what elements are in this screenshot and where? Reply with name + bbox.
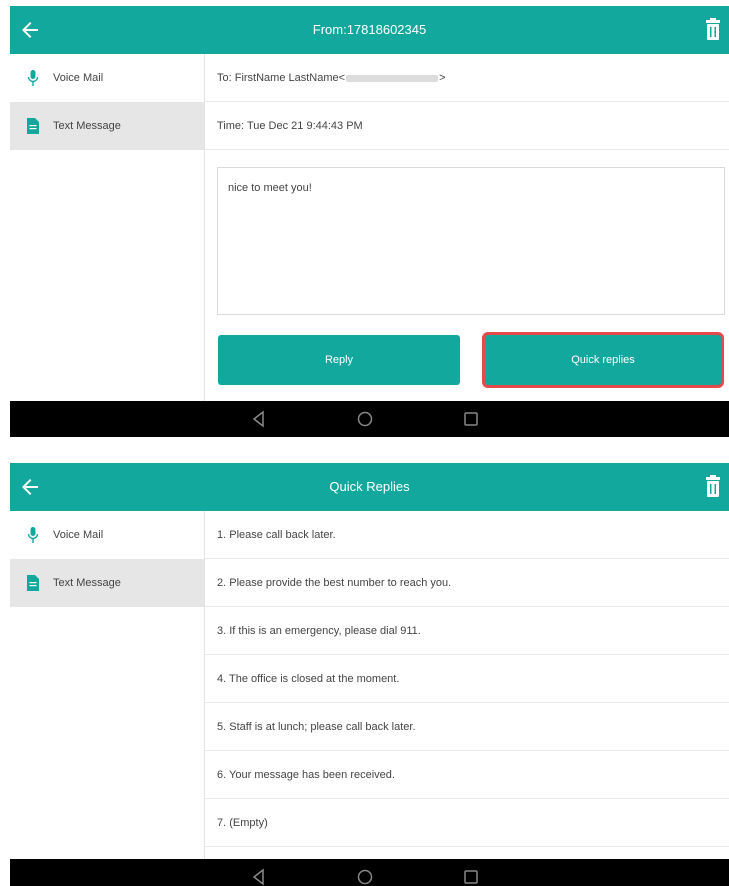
page-title: Quick Replies bbox=[329, 479, 410, 494]
time-row: Time: Tue Dec 21 9:44:43 PM bbox=[205, 102, 729, 150]
nav-recent-icon[interactable] bbox=[462, 410, 480, 428]
nav-back-icon[interactable] bbox=[250, 868, 268, 886]
message-text: nice to meet you! bbox=[228, 182, 312, 194]
sidebar-item-label: Voice Mail bbox=[53, 529, 104, 541]
sidebar: Voice Mail Text Message bbox=[10, 511, 205, 859]
sidebar-item-label: Text Message bbox=[53, 120, 121, 132]
trash-icon[interactable] bbox=[703, 475, 723, 499]
quick-replies-list: 1. Please call back later. 2. Please pro… bbox=[205, 511, 729, 859]
page-title: From:17818602345 bbox=[312, 22, 427, 37]
microphone-icon bbox=[27, 70, 39, 86]
quick-replies-screen: Quick Replies Voice Mail Text Message 1.… bbox=[10, 463, 729, 886]
top-bar: From:17818602345 bbox=[10, 6, 729, 54]
nav-home-icon[interactable] bbox=[356, 868, 374, 886]
sidebar-item-voice-mail[interactable]: Voice Mail bbox=[10, 54, 204, 102]
quick-reply-item[interactable]: 3. If this is an emergency, please dial … bbox=[205, 607, 729, 655]
quick-reply-item[interactable]: 2. Please provide the best number to rea… bbox=[205, 559, 729, 607]
redacted-address bbox=[346, 74, 439, 82]
message-body: nice to meet you! bbox=[217, 167, 725, 315]
document-icon bbox=[27, 575, 39, 591]
reply-button[interactable]: Reply bbox=[218, 335, 460, 385]
microphone-icon bbox=[27, 527, 39, 543]
quick-replies-button[interactable]: Quick replies bbox=[485, 335, 721, 385]
recipient-prefix: To: FirstName LastName< bbox=[217, 72, 346, 84]
quick-reply-item[interactable]: 5. Staff is at lunch; please call back l… bbox=[205, 703, 729, 751]
system-nav-bar bbox=[10, 401, 729, 437]
sidebar-item-label: Voice Mail bbox=[53, 72, 104, 84]
message-content: To: FirstName LastName< > Time: Tue Dec 2… bbox=[205, 54, 729, 401]
quick-reply-item[interactable]: 6. Your message has been received. bbox=[205, 751, 729, 799]
sidebar-item-text-message[interactable]: Text Message bbox=[10, 559, 204, 607]
message-detail-screen: From:17818602345 Voice Mail Text Message… bbox=[10, 6, 729, 437]
quick-reply-item[interactable]: 4. The office is closed at the moment. bbox=[205, 655, 729, 703]
top-bar: Quick Replies bbox=[10, 463, 729, 511]
sidebar-item-voice-mail[interactable]: Voice Mail bbox=[10, 511, 204, 559]
sidebar-item-label: Text Message bbox=[53, 577, 121, 589]
recipient-suffix: > bbox=[439, 72, 446, 84]
quick-reply-item[interactable]: 7. (Empty) bbox=[205, 799, 729, 847]
recipient-row: To: FirstName LastName< > bbox=[205, 54, 729, 102]
nav-recent-icon[interactable] bbox=[462, 868, 480, 886]
sidebar: Voice Mail Text Message bbox=[10, 54, 205, 401]
trash-icon[interactable] bbox=[703, 18, 723, 42]
quick-reply-item[interactable]: 1. Please call back later. bbox=[205, 511, 729, 559]
system-nav-bar bbox=[10, 859, 729, 886]
nav-home-icon[interactable] bbox=[356, 410, 374, 428]
document-icon bbox=[27, 118, 39, 134]
nav-back-icon[interactable] bbox=[250, 410, 268, 428]
sidebar-item-text-message[interactable]: Text Message bbox=[10, 102, 204, 150]
